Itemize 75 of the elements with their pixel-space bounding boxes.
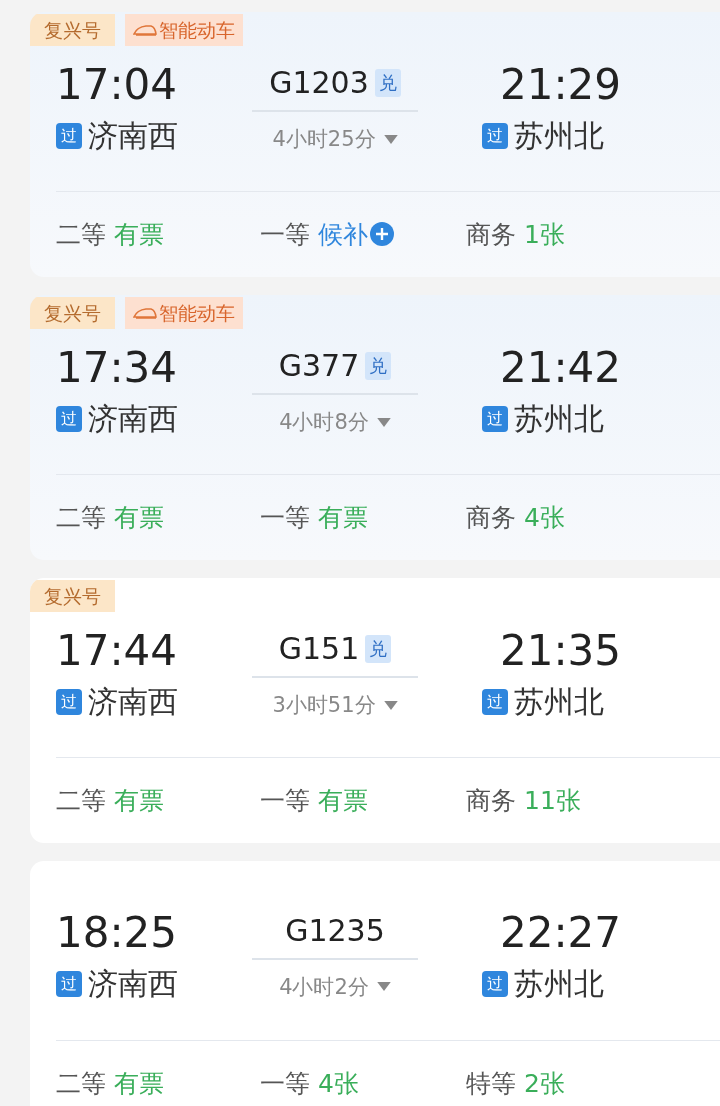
duration-toggle[interactable]: 4小时25分 [272,114,398,164]
arrival-station: 苏州北 [514,964,604,1003]
train-icon [133,307,157,319]
caret-icon [383,700,398,710]
departure-time: 17:34 [56,343,179,393]
ticket-status: 2张 [524,1067,565,1100]
departure-station: 济南西 [88,117,178,155]
pass-badge: 过 [56,970,82,997]
train-number: G151 [278,630,360,668]
train-card[interactable]: 复兴号 智能动车 17:34 过 济南西 G377 兑 4小时8分 21:42 过 苏州北 二等 有票 一等 有票 商务 4张 [30,295,720,560]
arrival-station: 苏州北 [514,117,604,155]
seat-class: 二等 [56,1067,106,1100]
seat-class: 商务 [466,218,516,251]
seat-class: 二等 [56,501,106,534]
pass-badge: 过 [482,689,508,715]
arrival-time: 21:29 [499,60,622,110]
ticket-status: 有票 [114,501,164,534]
arrival-time: 22:27 [499,907,622,958]
departure-time: 17:44 [56,626,179,676]
pass-badge: 过 [482,123,508,149]
add-icon[interactable] [370,222,394,247]
exchange-badge: 兑 [365,352,392,380]
caret-icon [376,417,391,427]
ticket-status: 有票 [318,501,368,534]
train-tag: 复兴号 [30,14,115,46]
train-tag: 复兴号 [30,580,115,612]
pass-badge: 过 [56,689,82,715]
caret-icon [383,134,398,144]
train-number: G1203 [269,64,369,102]
pass-badge: 过 [482,406,508,432]
exchange-badge: 兑 [374,69,401,97]
train-card[interactable]: 复兴号 17:44 过 济南西 G151 兑 3小时51分 21:35 过 苏州北 二等 有票 一等 有票 商务 11张 [30,578,720,843]
departure-station: 济南西 [88,964,178,1003]
train-card[interactable]: 18:25 过 济南西 G1235 4小时2分 22:27 过 苏州北 二等 有票 一等 4张 特等 2张 [30,861,720,1106]
seat-class: 一等 [260,501,310,534]
train-number: G377 [278,347,360,385]
train-card[interactable]: 复兴号 智能动车 17:04 过 济南西 G1203 兑 4小时25分 21:29 过 苏州北 二等 有票 一等 候补 商务 1张 [30,12,720,277]
train-tag: 智能动车 [125,297,243,329]
arrival-time: 21:42 [499,343,622,393]
ticket-status: 1张 [524,218,565,251]
train-number: G1235 [285,911,385,950]
train-icon [133,24,157,36]
ticket-status: 4张 [524,501,565,534]
caret-icon [376,982,391,992]
seat-class: 一等 [260,218,310,251]
arrival-time: 21:35 [499,626,622,676]
train-tag: 智能动车 [125,14,243,46]
ticket-status: 有票 [114,218,164,251]
ticket-status: 有票 [114,1067,164,1100]
seat-class: 二等 [56,218,106,251]
ticket-status: 11张 [524,784,581,817]
seat-class: 二等 [56,784,106,817]
seat-class: 一等 [260,784,310,817]
seat-class: 特等 [466,1067,516,1100]
ticket-status: 有票 [318,784,368,817]
departure-time: 18:25 [56,907,179,958]
arrival-station: 苏州北 [514,400,604,438]
pass-badge: 过 [56,406,82,432]
departure-station: 济南西 [88,683,178,721]
ticket-status: 4张 [318,1067,359,1100]
train-tag: 复兴号 [30,297,115,329]
pass-badge: 过 [482,970,508,997]
departure-station: 济南西 [88,400,178,438]
exchange-badge: 兑 [365,635,392,663]
duration-toggle[interactable]: 3小时51分 [272,680,398,730]
seat-class: 商务 [466,501,516,534]
duration-toggle[interactable]: 4小时2分 [279,961,391,1012]
waitlist-link[interactable]: 候补 [318,217,368,251]
pass-badge: 过 [56,123,82,149]
seat-class: 一等 [260,1067,310,1100]
ticket-status: 有票 [114,784,164,817]
departure-time: 17:04 [56,60,179,110]
seat-class: 商务 [466,784,516,817]
arrival-station: 苏州北 [514,683,604,721]
duration-toggle[interactable]: 4小时8分 [279,397,391,447]
